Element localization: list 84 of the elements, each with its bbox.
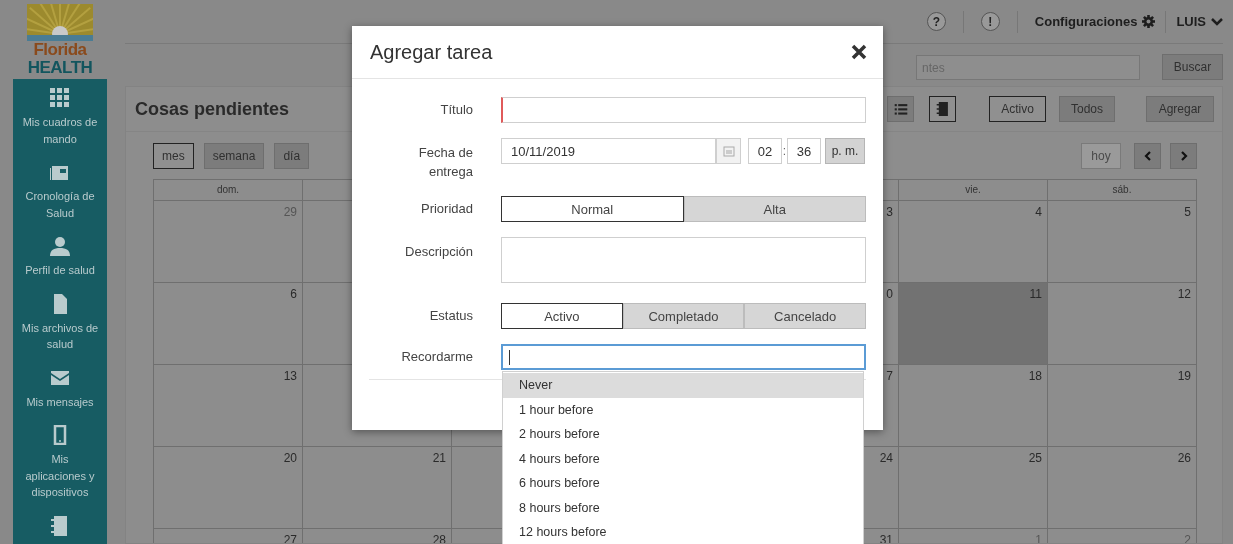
day-number: 18 [1028,369,1042,383]
day-number: 0 [886,287,893,301]
panel-title: Cosas pendientes [135,98,290,120]
view-button[interactable]: mes [153,142,194,169]
dialog-title: Agregar tarea [370,40,493,64]
dropdown-option[interactable]: 12 hours before [503,520,863,544]
day-number: 5 [1184,205,1191,219]
calendar-icon [722,145,735,157]
segment-button[interactable]: Cancelado [744,303,866,329]
notebook-icon [50,515,70,536]
day-number: 20 [283,451,297,465]
nav-label[interactable]: Mis aplicaciones y dispositivos [21,451,99,501]
search-button[interactable]: Buscar [1162,54,1223,80]
field-label: Prioridad [420,200,473,218]
day-number: 6 [290,287,297,301]
day-number: 12 [1177,287,1191,301]
nav-label[interactable]: Perfil de salud [21,262,99,279]
date-field[interactable]: 10/11/2019 [501,138,716,164]
logo-text: HEALTH [27,59,93,76]
close-icon [851,44,867,60]
field-label: Estatus [429,307,473,325]
segment-button[interactable]: Normal [501,196,684,222]
user-menu[interactable]: LUIS [1176,14,1223,29]
filter-button[interactable]: Activo [989,96,1046,122]
list-icon [893,102,908,116]
person-icon [50,236,70,256]
day-number: 21 [432,451,446,465]
day-number: 7 [886,369,893,383]
weekday-header: dom. [216,184,240,195]
dropdown-option[interactable]: 2 hours before [503,422,863,447]
chevron-left-icon [1143,150,1152,161]
settings-menu[interactable]: Configuraciones [1034,14,1156,29]
sun-logo-icon [27,4,93,41]
dropdown-option[interactable]: Never [503,373,863,398]
previous-button[interactable] [1134,142,1161,169]
alerts-button[interactable]: ! [980,12,1000,31]
dropdown-option[interactable]: 8 hours before [503,495,863,520]
view-toggle-button[interactable] [929,96,956,122]
view-toggle-button[interactable] [887,96,914,122]
grid-icon [50,88,70,108]
minute-field[interactable]: 36 [787,138,821,164]
field-label: Título [440,101,473,119]
segment-button[interactable]: Completado [622,303,745,329]
chevron-down-icon [1211,17,1223,26]
field-label: Fecha de entrega [417,144,473,181]
day-number: 25 [1028,451,1042,465]
logo-text: Florida [33,41,87,59]
text-field[interactable] [501,344,866,370]
day-number: 29 [283,205,297,219]
segment-button[interactable]: Activo [501,303,623,329]
help-button[interactable]: ? [926,12,946,31]
text-field[interactable] [501,97,866,123]
meridiem-button[interactable]: p. m. [825,138,865,164]
dropdown-option[interactable]: 4 hours before [503,446,863,471]
dropdown-option[interactable]: 1 hour before [503,397,863,422]
notebook-icon [935,102,950,116]
day-number: 19 [1177,369,1191,383]
day-number: 3 [886,205,893,219]
field-label: Recordarme [401,348,473,366]
dropdown-option[interactable]: 6 hours before [503,471,863,496]
nav-label[interactable]: Cronología de Salud [21,188,99,221]
nav-label[interactable]: Mis mensajes [21,393,99,410]
nav-label[interactable]: Mis archivos de salud [21,319,99,353]
segment-button[interactable]: Alta [683,196,866,222]
day-number: 13 [283,369,297,383]
day-number: 4 [1035,205,1042,219]
day-number: 26 [1177,451,1191,465]
add-button[interactable]: Agregar [1146,96,1214,122]
filter-button[interactable]: Todos [1059,96,1115,122]
chevron-right-icon [1179,150,1188,161]
hour-field[interactable]: 02 [748,138,782,164]
view-button[interactable]: semana [203,142,265,169]
day-number: 24 [879,451,893,465]
weekday-header: sáb. [1112,184,1132,195]
close-button[interactable] [851,44,867,60]
next-button[interactable] [1170,142,1197,169]
nav-label[interactable]: Mis cuadros de mando [21,114,99,147]
weekday-header: vie. [965,184,981,195]
view-button[interactable]: día [274,142,310,169]
gear-icon [1142,15,1156,28]
field-label: Descripción [405,243,473,261]
description-field[interactable] [501,237,866,283]
day-number: 11 [1029,287,1042,301]
time-separator: : [782,144,787,158]
